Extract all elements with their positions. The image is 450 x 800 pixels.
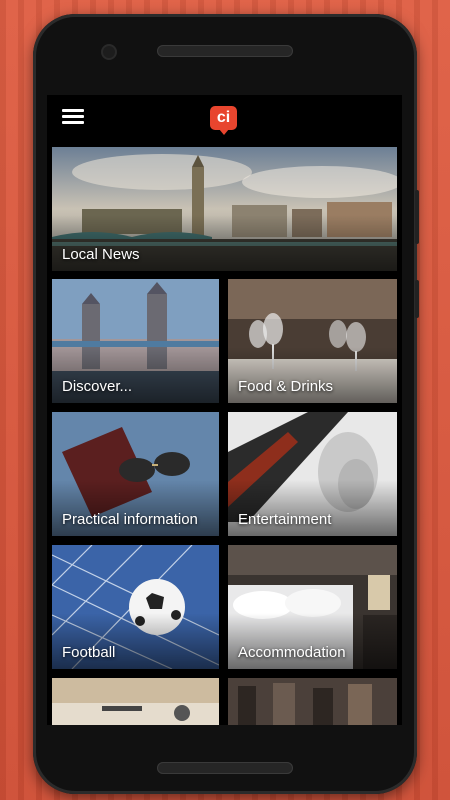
- app-bar: ci: [47, 95, 402, 145]
- gym-photo: [228, 678, 397, 725]
- tile-label: Football: [62, 644, 116, 661]
- front-camera-icon: [103, 46, 115, 58]
- tile-practical-information[interactable]: Practical information: [52, 412, 219, 536]
- tile-desk[interactable]: [52, 678, 219, 725]
- power-button: [415, 280, 419, 318]
- tile-accommodation[interactable]: Accommodation: [228, 545, 397, 669]
- bottom-speaker: [157, 762, 293, 774]
- tile-gym[interactable]: [228, 678, 397, 725]
- tile-label: Local News: [62, 246, 140, 263]
- desk-photo: [52, 678, 219, 725]
- tile-label: Entertainment: [238, 511, 332, 528]
- tile-entertainment[interactable]: Entertainment: [228, 412, 397, 536]
- tile-label: Practical information: [62, 511, 198, 528]
- tile-local-news[interactable]: Local News: [52, 147, 397, 271]
- volume-button: [415, 190, 419, 244]
- app-logo: ci: [210, 106, 237, 135]
- tile-football[interactable]: Football: [52, 545, 219, 669]
- tile-label: Discover...: [62, 378, 133, 395]
- hamburger-menu-icon[interactable]: [62, 109, 84, 125]
- tile-food-drinks[interactable]: Food & Drinks: [228, 279, 397, 403]
- tile-label: Accommodation: [238, 644, 346, 661]
- app-screen: ci Local News Discover... Food & Drinks …: [47, 95, 402, 725]
- top-speaker: [157, 45, 293, 57]
- tile-discover[interactable]: Discover...: [52, 279, 219, 403]
- tile-label: Food & Drinks: [238, 378, 334, 395]
